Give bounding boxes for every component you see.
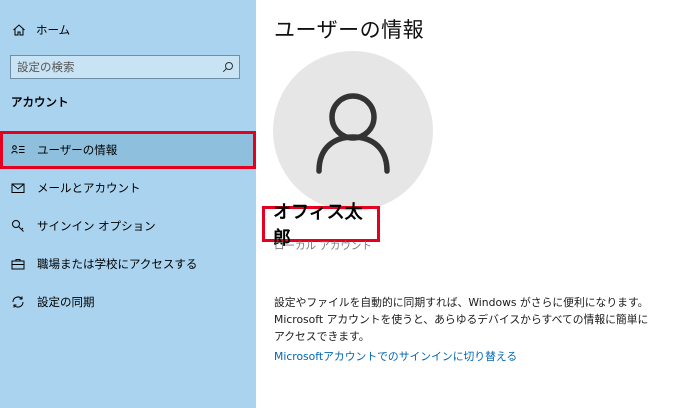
user-info-icon xyxy=(11,145,25,154)
sync-description: 設定やファイルを自動的に同期すれば、Windows がさらに便利になります。Mi… xyxy=(274,296,649,343)
key-icon xyxy=(12,220,24,232)
briefcase-icon xyxy=(11,259,25,270)
sidebar-item-work-school[interactable]: 職場または学校にアクセスする xyxy=(0,245,256,283)
search-box[interactable] xyxy=(10,55,240,79)
settings-window: ホーム アカウント ユーザーの情報 xyxy=(0,0,680,408)
sidebar-item-label: サインイン オプション xyxy=(37,219,156,233)
sidebar-item-user-info[interactable]: ユーザーの情報 xyxy=(0,131,256,169)
sidebar-item-sync-settings[interactable]: 設定の同期 xyxy=(0,283,256,321)
sync-icon xyxy=(12,296,24,308)
user-silhouette-icon xyxy=(316,93,390,174)
sidebar-item-label: メールとアカウント xyxy=(37,181,141,195)
switch-to-microsoft-account-link[interactable]: Microsoftアカウントでのサインインに切り替える xyxy=(274,348,517,364)
avatar xyxy=(273,51,433,211)
sidebar: ホーム アカウント ユーザーの情報 xyxy=(0,0,256,408)
section-header-account: アカウント xyxy=(11,95,69,109)
sidebar-item-label: ユーザーの情報 xyxy=(37,143,118,157)
home-label: ホーム xyxy=(36,23,71,37)
user-name-highlight: オフィス太郎 xyxy=(262,202,380,249)
account-type: ローカル アカウント xyxy=(274,240,372,252)
search-icon[interactable] xyxy=(222,61,234,73)
sidebar-item-signin-options[interactable]: サインイン オプション xyxy=(0,207,256,245)
page-title: ユーザーの情報 xyxy=(274,18,425,42)
home-link[interactable]: ホーム xyxy=(12,20,70,40)
sidebar-item-mail-accounts[interactable]: メールとアカウント xyxy=(0,169,256,207)
sidebar-item-label: 設定の同期 xyxy=(37,295,95,309)
main-content: ユーザーの情報 オフィス太郎 ローカル アカウント 設定やファイルを自動的に同期… xyxy=(256,0,680,408)
home-icon xyxy=(13,24,25,36)
sidebar-item-label: 職場または学校にアクセスする xyxy=(37,257,198,271)
mail-icon xyxy=(11,183,25,193)
search-input[interactable] xyxy=(11,60,222,74)
